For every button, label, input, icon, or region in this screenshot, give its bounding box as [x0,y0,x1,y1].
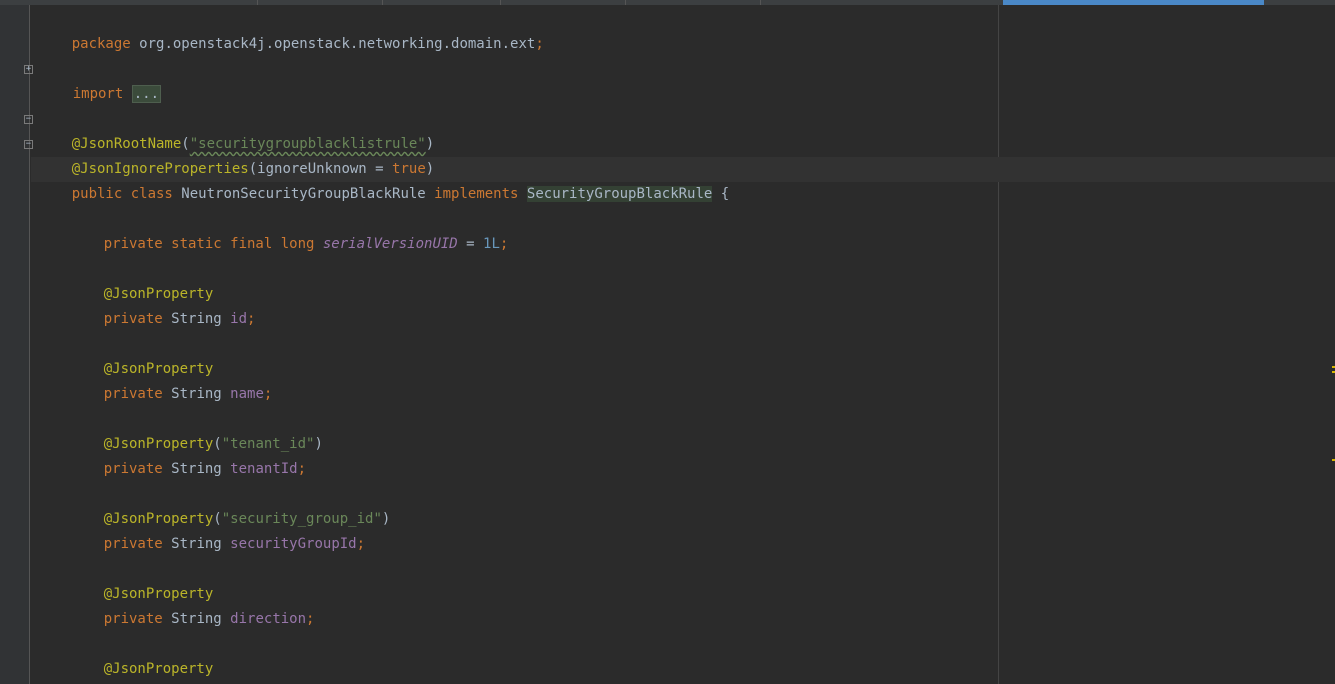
keyword-private: private [103,611,163,627]
code-line-annotation[interactable]: @JsonProperty("tenant_id") [70,407,323,452]
code-editor[interactable]: + − − package org.openstack4j.openstack.… [0,0,1335,684]
field-name: tenantId [230,461,298,477]
code-line-field-security-group-id[interactable]: private String securityGroupId; [70,507,365,552]
semicolon: ; [356,536,366,552]
type-string: String [162,311,231,327]
serial-value: 1L [483,236,500,252]
code-line-field-id[interactable]: private String id; [70,282,256,327]
keyword-import: import [72,86,124,102]
open-brace: { [712,186,730,202]
type-string: String [162,536,231,552]
editor-gutter [0,5,30,684]
code-line-annotation[interactable]: @JsonProperty [70,557,214,602]
code-line-annotation[interactable]: @JsonProperty [70,332,214,377]
code-line-annotation[interactable]: @JsonProperty [70,632,214,677]
code-line-class-declaration[interactable]: public class NeutronSecurityGroupBlackRu… [38,157,729,202]
modifiers: private static final long [103,236,315,252]
keyword-private: private [103,536,163,552]
code-line-field-protocol[interactable]: private String protocol; [70,657,306,682]
semicolon: ; [297,461,307,477]
code-line-json-root-name[interactable]: @JsonRootName("securitygroupblacklistrul… [38,107,434,152]
field-name: securityGroupId [230,536,357,552]
keyword-private: private [103,311,163,327]
tab-separator [625,0,626,5]
type-string: String [162,461,231,477]
keyword-public-class: public class [71,186,173,202]
interface-name: SecurityGroupBlackRule [526,186,713,202]
code-line-field-direction[interactable]: private String direction; [70,582,315,627]
code-line-json-ignore-properties[interactable]: @JsonIgnoreProperties(ignoreUnknown = tr… [38,132,434,177]
tab-separator [760,0,761,5]
keyword-private: private [103,461,163,477]
field-name: direction [230,611,307,627]
semicolon: ; [247,311,256,327]
code-line-import[interactable]: import ... [39,57,162,103]
semicolon: ; [263,386,273,402]
right-margin-guide [998,5,999,684]
keyword-package: package [71,36,131,52]
tab-separator [257,0,258,5]
tab-separator [382,0,383,5]
code-line-annotation[interactable]: @JsonProperty [70,257,214,302]
semicolon: ; [535,36,544,52]
editor-tab-strip [0,0,1335,5]
code-line-field-tenant-id[interactable]: private String tenantId; [70,432,306,477]
active-tab-indicator[interactable] [1003,0,1264,5]
paren: ) [314,436,323,452]
field-name: id [230,311,248,327]
fold-collapse-icon[interactable]: − [24,115,33,124]
code-line-serial-version-uid[interactable]: private static final long serialVersionU… [70,207,509,252]
fold-expand-icon[interactable]: + [24,65,33,74]
class-name: NeutronSecurityGroupBlackRule [172,186,435,202]
fold-collapse-icon[interactable]: − [24,140,33,149]
field-serial-version-uid: serialVersionUID [322,236,458,252]
field-name: name [230,386,264,402]
paren: ) [381,511,391,527]
tab-separator [500,0,501,5]
type-string: String [162,611,231,627]
semicolon: ; [306,611,315,627]
semicolon: ; [499,236,509,252]
equals: = [457,236,484,252]
keyword-implements: implements [434,186,519,202]
package-name: org.openstack4j.openstack.networking.dom… [130,36,536,52]
code-line-package[interactable]: package org.openstack4j.openstack.networ… [38,7,544,52]
collapsed-imports[interactable]: ... [131,85,162,103]
type-string: String [162,386,231,402]
code-line-annotation[interactable]: @JsonProperty("security_group_id") [70,482,391,527]
keyword-private: private [103,386,163,402]
code-line-field-name[interactable]: private String name; [70,357,273,402]
